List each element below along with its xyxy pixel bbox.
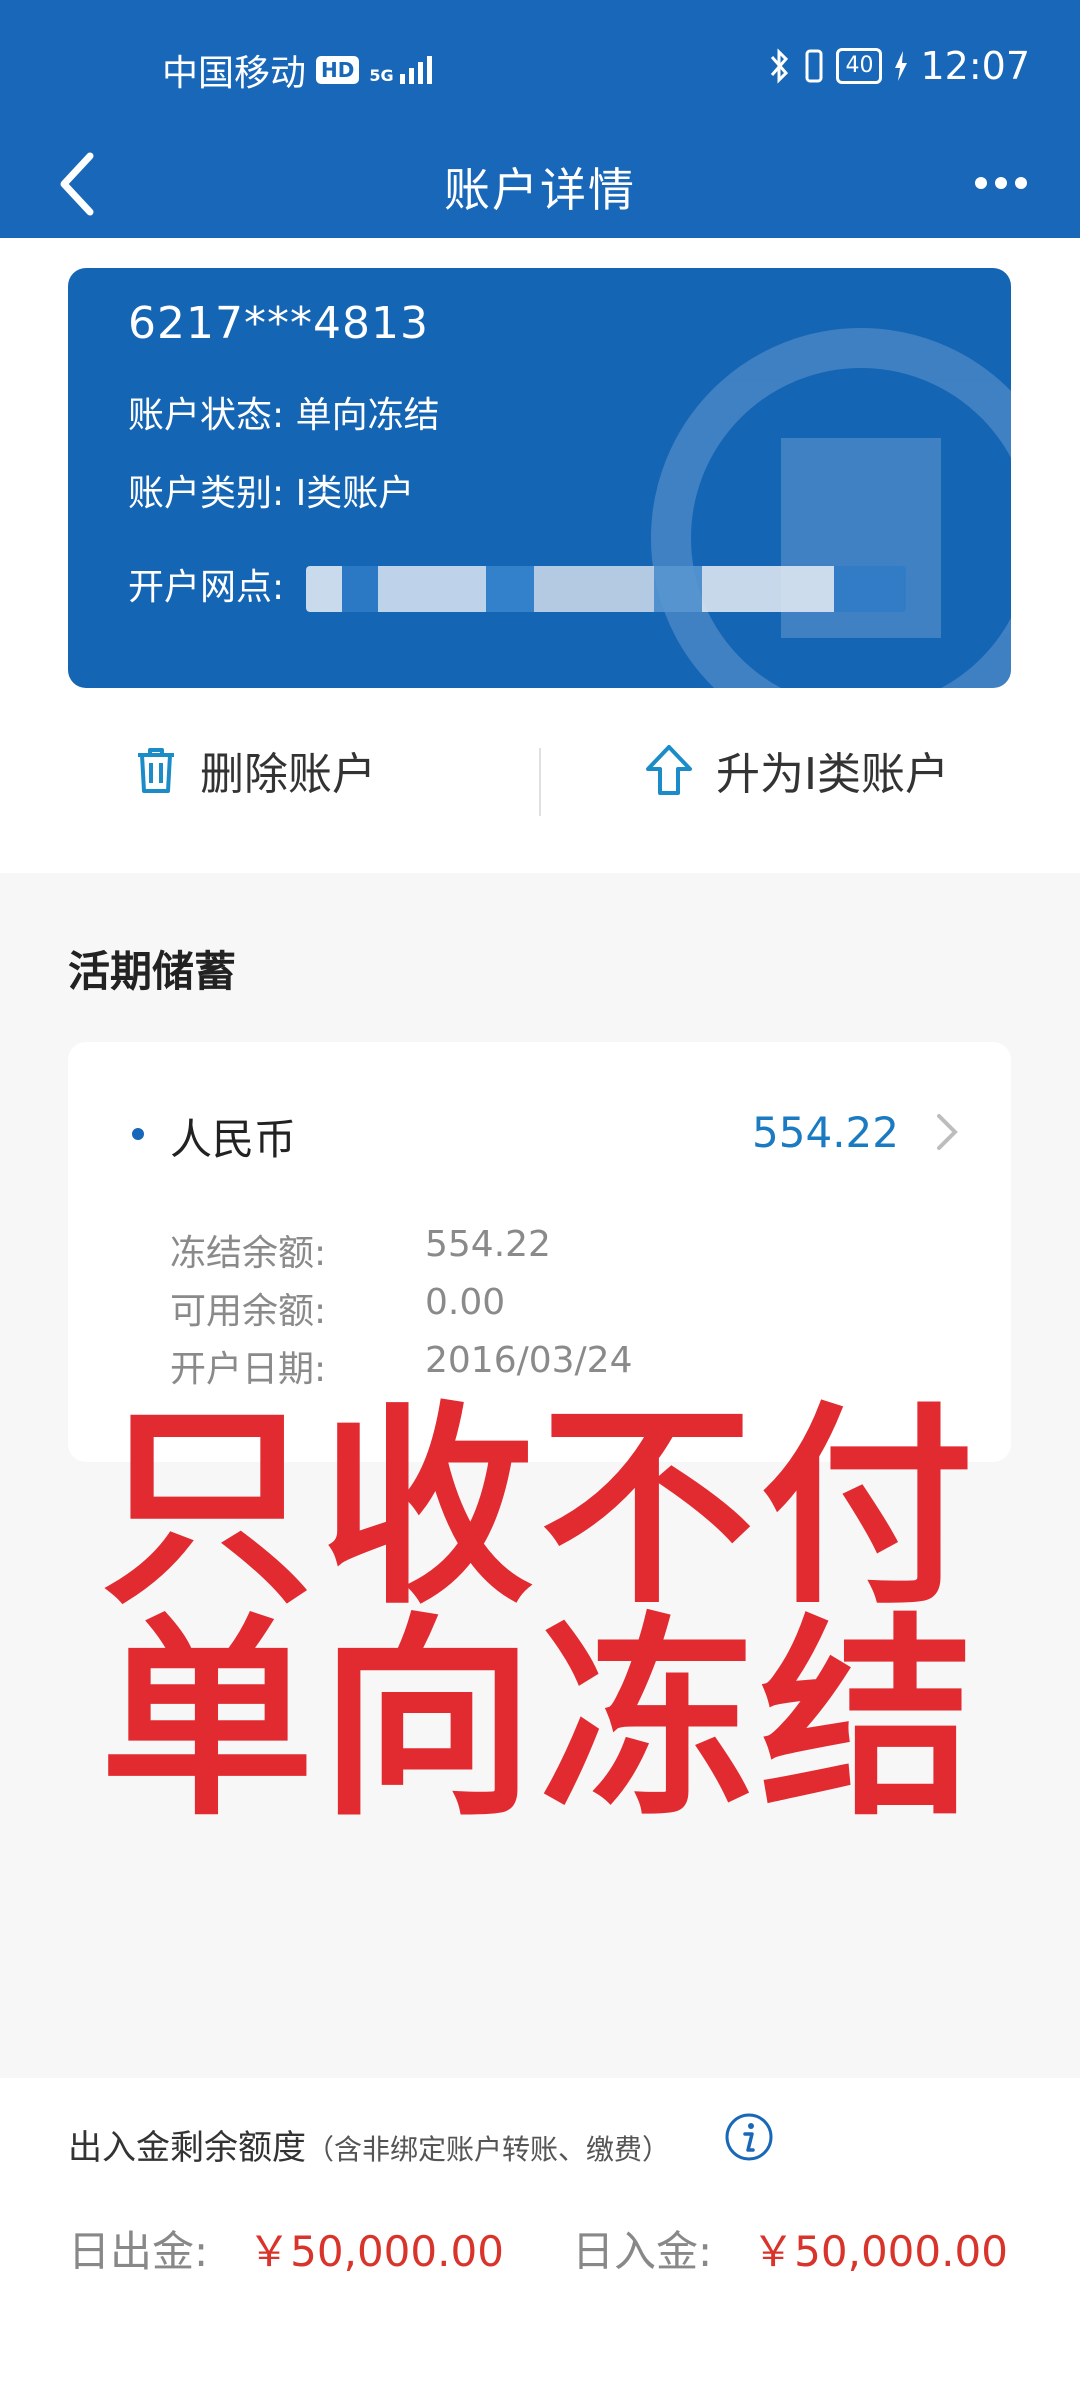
limits-title-text: 出入金剩余额度 [68, 2128, 306, 2168]
actions-divider [539, 748, 541, 816]
more-dots-icon [975, 177, 987, 189]
delete-account-label: 删除账户 [200, 749, 376, 800]
limits-title: 出入金剩余额度（含非绑定账户转账、缴费） [68, 2120, 670, 2169]
bluetooth-icon [771, 48, 789, 84]
frozen-balance-row: 冻结余额: 554.22 [170, 1224, 551, 1276]
carrier-name: 中国移动 [162, 53, 307, 94]
balance-amount: 554.22 [752, 1108, 899, 1157]
daily-out-value: ￥50,000.00 [248, 2227, 504, 2276]
info-icon[interactable] [724, 2112, 774, 2162]
account-status-row: 账户状态: 单向冻结 [128, 386, 440, 438]
frozen-balance-label: 冻结余额: [170, 1233, 327, 1274]
upload-arrow-icon [646, 745, 692, 795]
limits-section: 出入金剩余额度（含非绑定账户转账、缴费） 日出金: ￥50,000.00 日入金:… [0, 2078, 1080, 2400]
upgrade-account-label: 升为Ⅰ类账户 [716, 749, 949, 800]
account-actions: 删除账户 升为Ⅰ类账户 [0, 700, 1080, 850]
vibrate-icon [805, 49, 823, 83]
open-date-value: 2016/03/24 [425, 1340, 633, 1381]
status-left: 中国移动 HD 5G [162, 44, 432, 96]
frozen-balance-value: 554.22 [425, 1224, 551, 1265]
bank-logo-watermark [651, 328, 1011, 688]
limits-subtitle: （含非绑定账户转账、缴费） [306, 2133, 671, 2166]
clock: 12:07 [920, 44, 1030, 88]
branch-redacted [305, 566, 906, 612]
section-title-savings: 活期储蓄 [68, 947, 237, 996]
daily-in-value: ￥50,000.00 [752, 2227, 1008, 2276]
available-balance-value: 0.00 [425, 1282, 506, 1323]
delete-account-button[interactable]: 删除账户 [134, 738, 376, 802]
daily-in-label: 日入金: [572, 2227, 713, 2276]
charging-icon [895, 51, 908, 81]
signal-icon: 5G [369, 56, 432, 85]
network-type: 5G [369, 66, 394, 85]
daily-in-row: 日入金: ￥50,000.00 [572, 2218, 1008, 2279]
account-card: 6217***4813 账户状态: 单向冻结 账户类别: Ⅰ类账户 开户网点: [68, 268, 1011, 688]
nav-bar: 账户详情 [0, 130, 1080, 238]
trash-icon [138, 748, 174, 793]
overlay-text-line2: 单向冻结 [100, 1596, 980, 1845]
battery-icon: 40 [836, 48, 883, 84]
status-right: 40 12:07 [768, 44, 1030, 88]
bullet-dot [132, 1128, 144, 1140]
available-balance-label: 可用余额: [170, 1291, 327, 1332]
account-branch-label: 开户网点: [128, 567, 285, 608]
daily-out-label: 日出金: [68, 2227, 209, 2276]
account-type-row: 账户类别: Ⅰ类账户 [128, 464, 414, 516]
status-bar: 中国移动 HD 5G 40 12:07 [0, 0, 1080, 130]
more-button[interactable] [966, 168, 1036, 198]
account-branch-row: 开户网点: [128, 558, 906, 612]
hd-badge: HD [316, 56, 360, 84]
currency-name: 人民币 [170, 1115, 297, 1164]
overlay-text-line1: 只收不付 [100, 1384, 980, 1633]
account-type-value: Ⅰ类账户 [295, 473, 415, 514]
daily-out-row: 日出金: ￥50,000.00 [68, 2218, 504, 2279]
page-title: 账户详情 [444, 163, 636, 217]
available-balance-row: 可用余额: 0.00 [170, 1282, 505, 1334]
account-status-label: 账户状态: [128, 395, 285, 436]
account-number: 6217***4813 [128, 298, 429, 349]
account-status-value: 单向冻结 [295, 395, 440, 436]
chevron-right-icon[interactable] [933, 1112, 961, 1152]
account-type-label: 账户类别: [128, 473, 285, 514]
upgrade-account-button[interactable]: 升为Ⅰ类账户 [644, 738, 949, 802]
